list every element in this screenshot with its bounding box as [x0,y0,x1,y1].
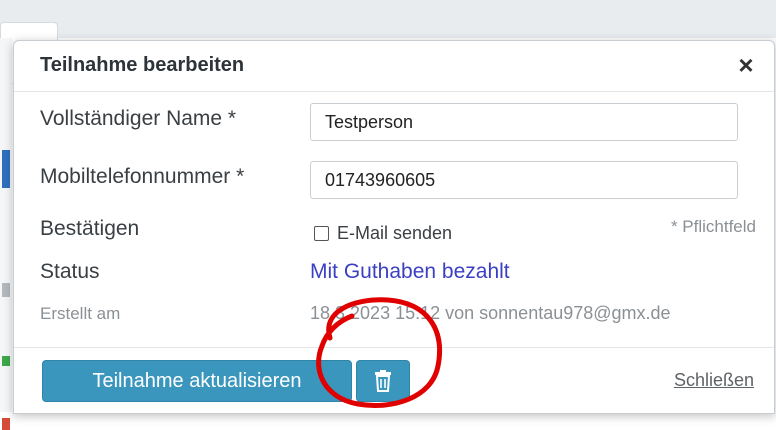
full-name-label: Vollständiger Name * [40,107,237,130]
status-label: Status [40,260,100,283]
dialog-footer: Teilnahme aktualisieren Schließen [14,347,774,414]
background-left-strip [0,38,12,430]
dialog-title: Teilnahme bearbeiten [40,54,245,76]
required-field-note: * Pflichtfeld [670,217,756,236]
status-value: Mit Guthaben bezahlt [310,260,510,283]
trash-icon [375,370,391,392]
full-name-input[interactable] [310,103,738,141]
mobile-label: Mobiltelefonnummer * [40,165,245,188]
mobile-input[interactable] [310,161,738,199]
background-blue-mark [2,150,10,188]
dialog-header: Teilnahme bearbeiten × [14,41,774,92]
background-green-mark [2,356,10,366]
close-icon[interactable]: × [734,51,758,79]
background-red-mark [2,418,10,430]
update-participation-button[interactable]: Teilnahme aktualisieren [42,360,352,402]
send-email-checkbox[interactable] [314,225,329,241]
close-link[interactable]: Schließen [674,370,754,391]
confirm-label: Bestätigen [40,217,140,240]
edit-participation-dialog: Teilnahme bearbeiten × Vollständiger Nam… [13,40,775,414]
send-email-option[interactable]: E-Mail senden [314,221,452,245]
background-topbar [0,0,776,38]
send-email-label[interactable]: E-Mail senden [337,223,452,244]
created-label: Erstellt am [40,304,121,323]
background-gray-mark [2,283,10,297]
delete-button[interactable] [356,360,410,402]
created-value: 18.3.2023 15:12 von sonnentau978@gmx.de [310,303,671,323]
